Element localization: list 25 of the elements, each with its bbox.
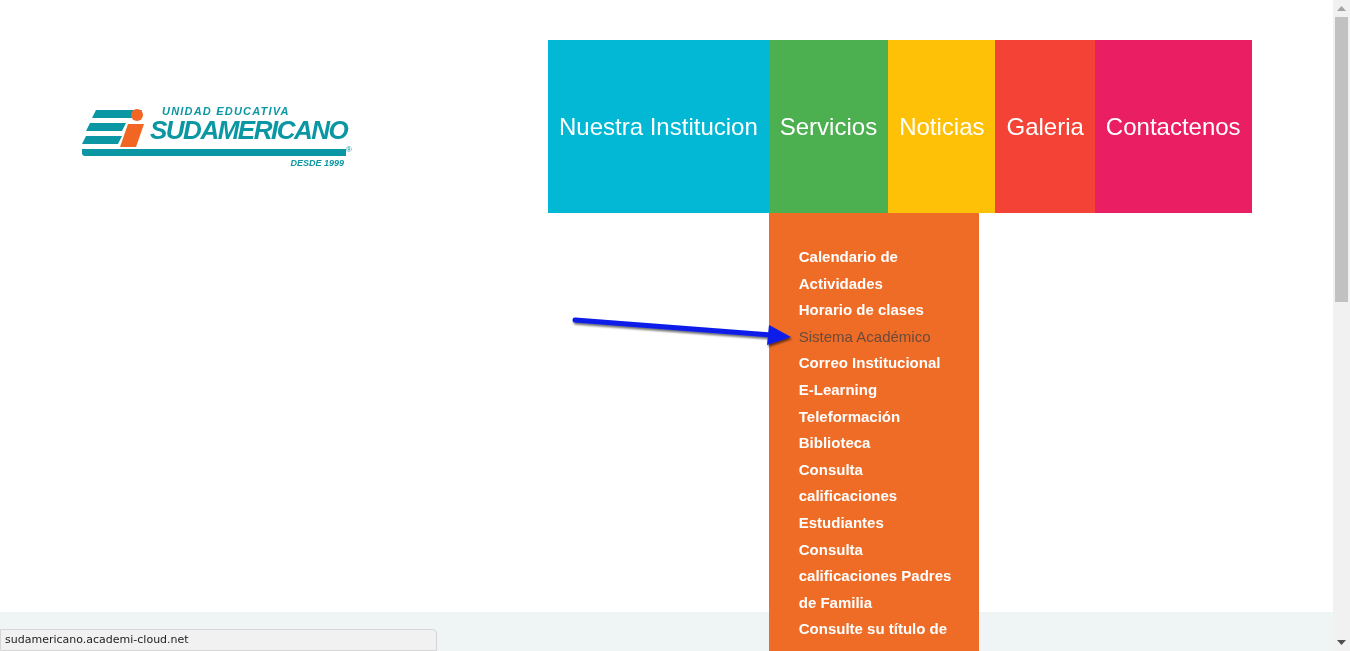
- logo-tagline: UNIDAD EDUCATIVA: [162, 106, 290, 117]
- menu-item[interactable]: Horario de clases: [798, 297, 957, 324]
- menu-item[interactable]: Consulta calificaciones Estudiantes: [798, 456, 957, 537]
- logo-since: DESDE 1999: [290, 157, 344, 170]
- menu-item[interactable]: Consulte su título de: [798, 616, 957, 643]
- scrollbar-thumb[interactable]: [1335, 17, 1348, 302]
- nav-item[interactable]: Nuestra Institucion: [548, 40, 769, 213]
- menu-item[interactable]: Teleformación: [798, 403, 957, 431]
- scrollbar[interactable]: [1333, 0, 1350, 651]
- menu-item[interactable]: Correo Institucional: [798, 350, 957, 377]
- scroll-up-icon[interactable]: [1337, 6, 1346, 11]
- menu-item[interactable]: Biblioteca: [798, 430, 957, 457]
- scroll-down-icon[interactable]: [1337, 640, 1346, 645]
- registered-mark: ®: [346, 146, 352, 154]
- menu-item[interactable]: E-Learning: [798, 376, 957, 404]
- logo[interactable]: UNIDAD EDUCATIVA SUDAMERICANO ® DESDE 1999: [82, 106, 352, 170]
- nav-item[interactable]: Contactenos: [1094, 40, 1252, 213]
- nav-item[interactable]: Noticias: [888, 40, 996, 213]
- nav-item[interactable]: Servicios: [768, 40, 889, 213]
- status-url: sudamericano.academi-cloud.net: [0, 629, 437, 651]
- menu-item[interactable]: Sistema Académico: [798, 323, 957, 351]
- nav-item[interactable]: Galeria: [995, 40, 1095, 213]
- menu-item[interactable]: Consulta calificaciones Padres de Familia: [798, 536, 957, 617]
- menu-item[interactable]: Calendario de Actividades: [798, 244, 957, 298]
- logo-name: SUDAMERICANO: [150, 117, 348, 143]
